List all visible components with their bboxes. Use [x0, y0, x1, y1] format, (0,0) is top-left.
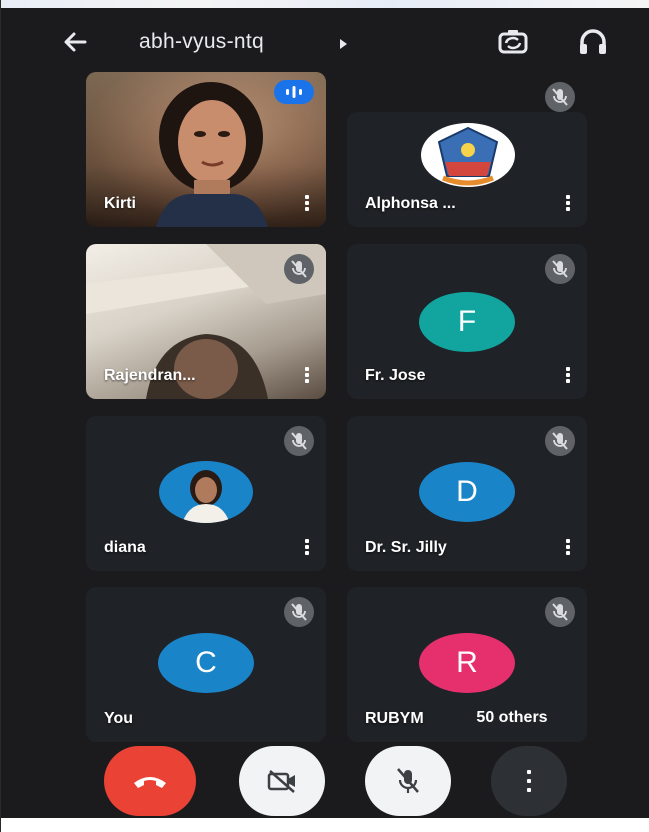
- participant-video-kirti: [156, 82, 268, 227]
- back-arrow-icon[interactable]: [59, 26, 91, 58]
- participant-tile-dr-sr-jilly[interactable]: D Dr. Sr. Jilly: [347, 416, 587, 571]
- participant-tile-alphonsa[interactable]: Alphonsa ...: [347, 72, 587, 227]
- mic-off-icon: [545, 82, 575, 112]
- mic-off-icon: [545, 426, 575, 456]
- participant-name: RUBYM: [365, 710, 424, 727]
- mic-toggle-button[interactable]: [365, 746, 451, 816]
- avatar: C: [158, 633, 254, 693]
- more-vertical-icon[interactable]: [300, 365, 314, 387]
- more-vertical-icon[interactable]: [300, 537, 314, 559]
- speaking-indicator-icon: [274, 80, 314, 104]
- mic-off-icon: [284, 254, 314, 284]
- more-options-button[interactable]: [491, 746, 567, 816]
- more-vertical-icon[interactable]: [300, 193, 314, 215]
- participant-name: You: [104, 710, 134, 727]
- others-count-button[interactable]: 50 others: [443, 701, 581, 735]
- participant-name: Kirti: [104, 195, 136, 212]
- call-end-icon: [134, 777, 166, 788]
- participant-name: Rajendran...: [104, 367, 196, 384]
- meet-app: abh-vyus-ntq Kirti Alphonsa ... Rajendra…: [0, 0, 649, 832]
- avatar: D: [419, 462, 515, 522]
- more-vertical-icon[interactable]: [561, 193, 575, 215]
- participant-tile-diana[interactable]: diana: [86, 416, 326, 571]
- top-strip: [1, 0, 649, 8]
- participant-name: Alphonsa ...: [365, 195, 456, 212]
- participant-name: Dr. Sr. Jilly: [365, 539, 447, 556]
- institution-logo: [421, 123, 515, 187]
- avatar: R: [419, 633, 515, 693]
- switch-camera-icon[interactable]: [495, 24, 531, 60]
- participant-name: diana: [104, 539, 146, 556]
- more-vertical-icon[interactable]: [561, 365, 575, 387]
- more-vertical-icon[interactable]: [561, 537, 575, 559]
- mic-off-icon: [545, 597, 575, 627]
- mic-off-icon: [545, 254, 575, 284]
- headphones-icon[interactable]: [575, 24, 611, 60]
- participant-tile-fr-jose[interactable]: F Fr. Jose: [347, 244, 587, 399]
- meeting-code[interactable]: abh-vyus-ntq: [139, 30, 264, 54]
- avatar: F: [419, 292, 515, 352]
- videocam-off-icon: [267, 770, 295, 793]
- mic-off-icon: [397, 768, 419, 793]
- camera-toggle-button[interactable]: [239, 746, 325, 816]
- participant-tile-you[interactable]: C You: [86, 587, 326, 742]
- meeting-header: abh-vyus-ntq: [1, 18, 649, 66]
- mic-off-icon: [284, 426, 314, 456]
- participant-tile-kirti[interactable]: Kirti: [86, 72, 326, 227]
- caret-right-icon[interactable]: [337, 37, 349, 49]
- participant-name: Fr. Jose: [365, 367, 426, 384]
- participant-tile-rajendran[interactable]: Rajendran...: [86, 244, 326, 399]
- bottom-strip: [1, 818, 649, 832]
- avatar: [159, 461, 253, 523]
- mic-off-icon: [284, 597, 314, 627]
- more-vertical-icon: [527, 770, 531, 792]
- end-call-button[interactable]: [104, 746, 196, 816]
